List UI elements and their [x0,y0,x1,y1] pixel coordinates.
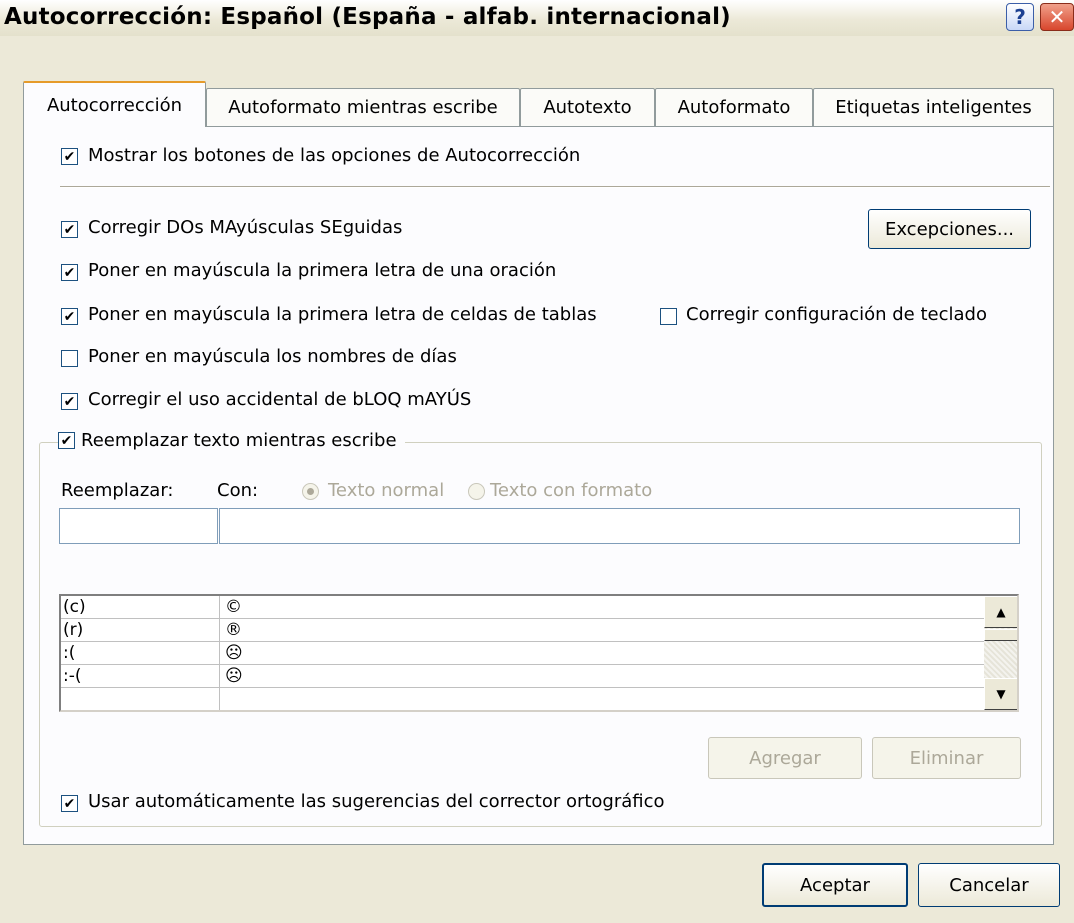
tab-label: Autoformato [677,97,791,118]
entry-from: (c) [63,597,86,617]
replace-text-checkbox[interactable] [58,432,75,449]
close-button[interactable]: ✕ [1040,3,1074,31]
tab-autocorreccion[interactable]: Autocorrección [23,81,206,127]
formatted-text-radio[interactable] [468,483,485,500]
list-item[interactable]: (c) © [61,596,984,619]
scroll-thumb[interactable] [984,629,1017,641]
replace-input[interactable] [59,508,218,544]
entry-to: © [225,597,242,617]
show-buttons-checkbox[interactable] [61,148,78,165]
with-input[interactable] [219,508,1020,544]
entry-to: ® [225,620,242,640]
sentence-cap-checkbox[interactable] [61,264,78,281]
entry-from: (r) [63,620,84,640]
list-item[interactable]: (r) ® [61,619,984,642]
list-item[interactable]: :( ☹ [61,642,984,665]
keyboard-label: Corregir configuración de teclado [686,304,987,325]
tab-etiquetas-inteligentes[interactable]: Etiquetas inteligentes [813,88,1054,126]
arrow-down-icon: ▼ [996,687,1006,701]
show-buttons-label: Mostrar los botones de las opciones de A… [88,145,581,166]
caps-lock-checkbox[interactable] [61,393,78,410]
two-caps-label: Corregir DOs MAyúsculas SEguidas [88,217,403,238]
tab-label: Autoformato mientras escribe [228,97,498,118]
replace-text-label: Reemplazar texto mientras escribe [81,430,397,451]
exceptions-button[interactable]: Excepciones... [868,209,1031,249]
ok-button[interactable]: Aceptar [762,863,908,907]
sentence-cap-label: Poner en mayúscula la primera letra de u… [88,260,557,281]
tab-autoformato[interactable]: Autoformato [655,88,813,126]
cancel-button[interactable]: Cancelar [918,863,1060,907]
list-item[interactable]: :-( ☹ [61,665,984,688]
tab-autoformato-mientras-escribe[interactable]: Autoformato mientras escribe [206,88,520,126]
spell-suggest-checkbox[interactable] [61,795,78,812]
tab-label: Etiquetas inteligentes [835,97,1032,118]
plain-text-label: Texto normal [328,480,445,501]
table-cap-label: Poner en mayúscula la primera letra de c… [88,304,597,325]
tab-autotexto[interactable]: Autotexto [520,88,655,126]
replace-legend: Reemplazar texto mientras escribe [58,430,405,451]
caps-lock-label: Corregir el uso accidental de bLOQ mAYÚS [88,389,472,410]
tab-label: Autocorrección [46,94,183,116]
table-cap-checkbox[interactable] [61,308,78,325]
scroll-up-button[interactable]: ▲ [984,596,1017,628]
separator [60,186,1050,188]
autocorrect-entries-list[interactable]: (c) © (r) ® :( ☹ :-( ☹ ▲ ▼ [59,594,1019,712]
list-scrollbar[interactable]: ▲ ▼ [984,596,1017,710]
keyboard-checkbox[interactable] [660,308,677,325]
help-button[interactable]: ? [1006,3,1034,31]
formatted-text-label: Texto con formato [490,480,653,501]
plain-text-radio[interactable] [302,483,319,500]
two-caps-checkbox[interactable] [61,221,78,238]
day-names-checkbox[interactable] [61,350,78,367]
replace-field-label: Reemplazar: [61,480,174,501]
close-icon: ✕ [1048,5,1066,29]
scroll-down-button[interactable]: ▼ [984,678,1017,710]
entry-from: :( [63,643,76,663]
spell-suggest-label: Usar automáticamente las sugerencias del… [88,791,665,812]
arrow-up-icon: ▲ [996,605,1006,619]
day-names-label: Poner en mayúscula los nombres de días [88,346,457,367]
column-divider [219,596,220,710]
window-title: Autocorrección: Español (España - alfab.… [4,4,731,30]
entry-to: ☹ [225,643,243,663]
entry-from: :-( [63,666,82,686]
help-icon: ? [1014,5,1026,29]
delete-button[interactable]: Eliminar [872,737,1021,779]
tab-label: Autotexto [543,97,632,118]
with-field-label: Con: [217,480,259,501]
add-button[interactable]: Agregar [708,737,862,779]
entry-to: ☹ [225,666,243,686]
